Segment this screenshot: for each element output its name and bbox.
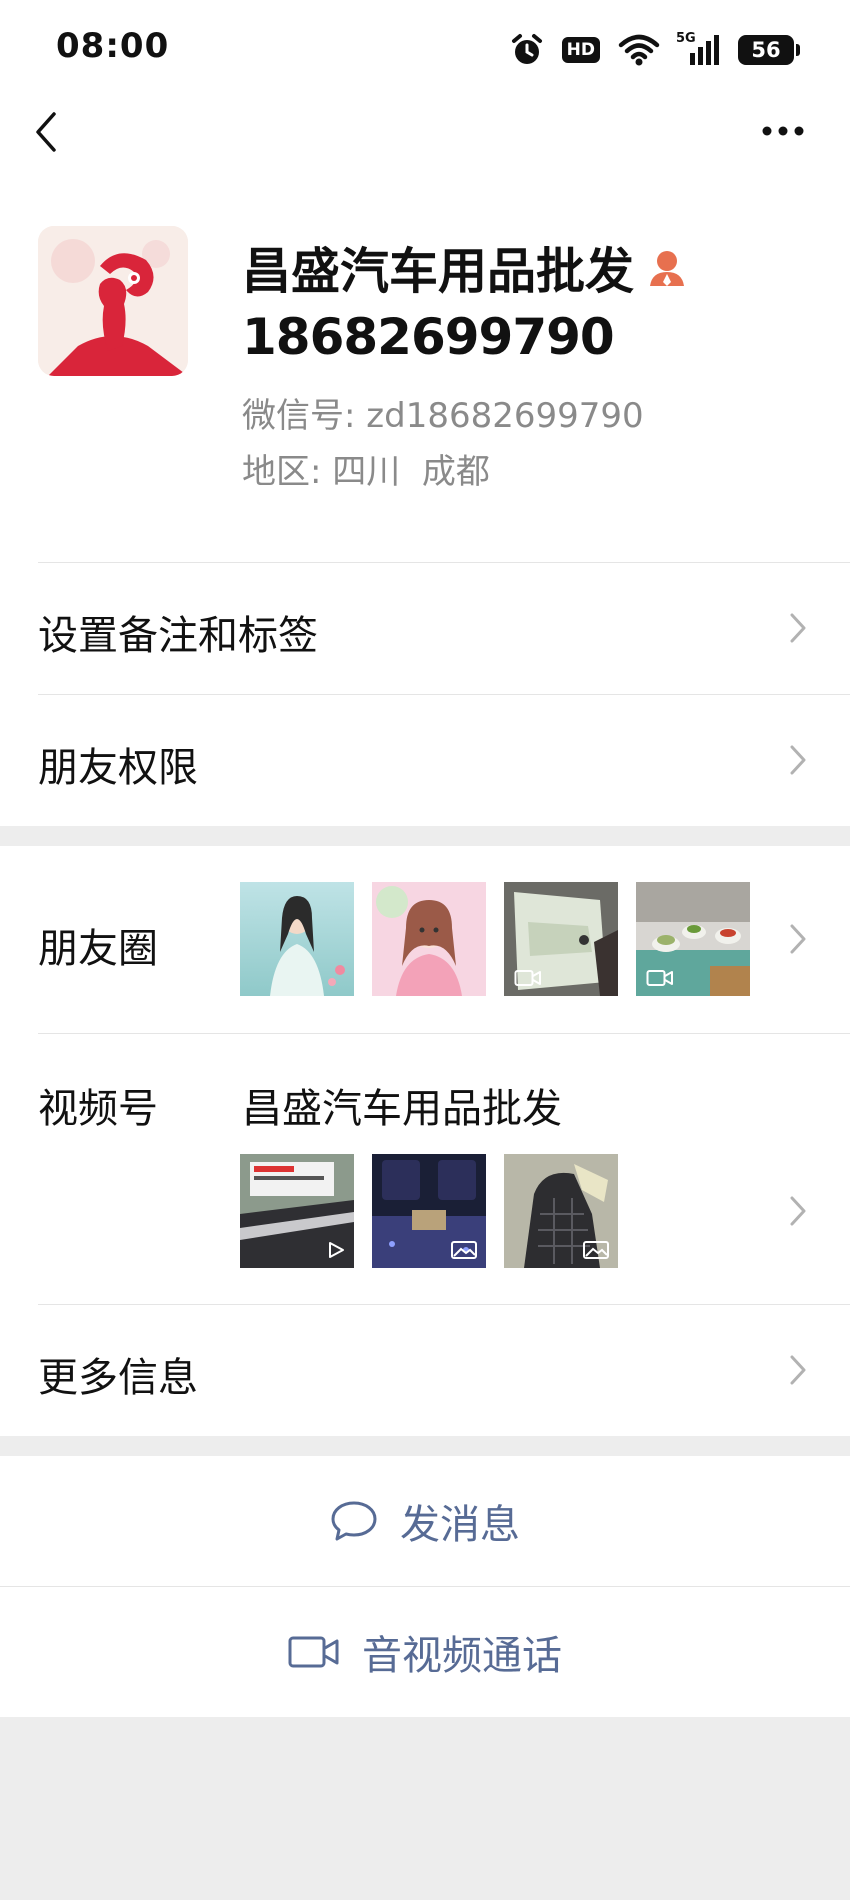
set-remark-tags-label: 设置备注和标签 [38,613,318,659]
chevron-right-icon [790,613,806,643]
contact-phone: 18682699790 [242,308,615,366]
chevron-right-icon [790,1196,806,1226]
avatar-image [38,226,188,376]
chat-bubble-icon [331,1501,377,1541]
chevron-right-icon [790,1355,806,1385]
status-icons: HD 5G 56 [510,28,800,72]
friend-permissions-label: 朋友权限 [38,745,198,791]
battery-level: 56 [751,38,781,62]
image-icon [583,1241,609,1259]
contact-name-row: 昌盛汽车用品批发 [242,232,686,303]
contact-person-icon [650,250,685,286]
avatar[interactable] [38,226,188,376]
wechat-id-row: 微信号: zd18682699790 [242,388,644,437]
chevron-right-icon [790,745,806,775]
channels-label: 视频号 [38,1086,158,1132]
signal-5g: 5G [676,31,720,67]
battery-indicator: 56 [738,35,800,65]
image-icon [451,1241,477,1259]
alarm-icon [511,34,542,64]
moments-thumb [240,882,354,996]
status-time: 08:00 [56,26,170,66]
moments-thumb [636,882,750,996]
channel-thumb [504,1154,618,1268]
video-icon [646,970,673,986]
back-button[interactable] [32,110,60,154]
channels-name: 昌盛汽车用品批发 [242,1086,562,1132]
audio-video-call-label: 音视频通话 [362,1633,562,1679]
signal-icon [690,35,719,65]
wifi-icon [618,34,660,66]
wechat-id-label: 微信号: [242,396,356,436]
more-button[interactable] [760,124,806,138]
video-call-icon [288,1636,339,1668]
region-row: 地区: 四川 成都 [242,444,490,493]
contact-name: 昌盛汽车用品批发 [242,243,635,300]
video-icon [514,970,541,986]
region-value: 四川 成都 [332,452,490,492]
send-message-label: 发消息 [400,1502,520,1548]
moments-row[interactable]: 朋友圈 [0,846,850,1033]
moments-thumb [372,882,486,996]
wechat-id-value: zd18682699790 [366,396,644,436]
set-remark-tags-row[interactable]: 设置备注和标签 [0,563,850,693]
channels-row[interactable]: 视频号 昌盛汽车用品批发 [0,1034,850,1304]
more-info-row[interactable]: 更多信息 [0,1305,850,1436]
more-info-label: 更多信息 [38,1355,198,1401]
moments-label: 朋友圈 [38,926,158,972]
hd-badge: HD [561,37,600,63]
play-icon [329,1242,344,1258]
send-message-button[interactable]: 发消息 [0,1456,850,1586]
audio-video-call-button[interactable]: 音视频通话 [0,1587,850,1717]
region-label: 地区: [242,452,322,492]
channel-thumb [372,1154,486,1268]
friend-permissions-row[interactable]: 朋友权限 [0,695,850,825]
moments-thumb [504,882,618,996]
chevron-right-icon [790,924,806,954]
channel-thumb [240,1154,354,1268]
